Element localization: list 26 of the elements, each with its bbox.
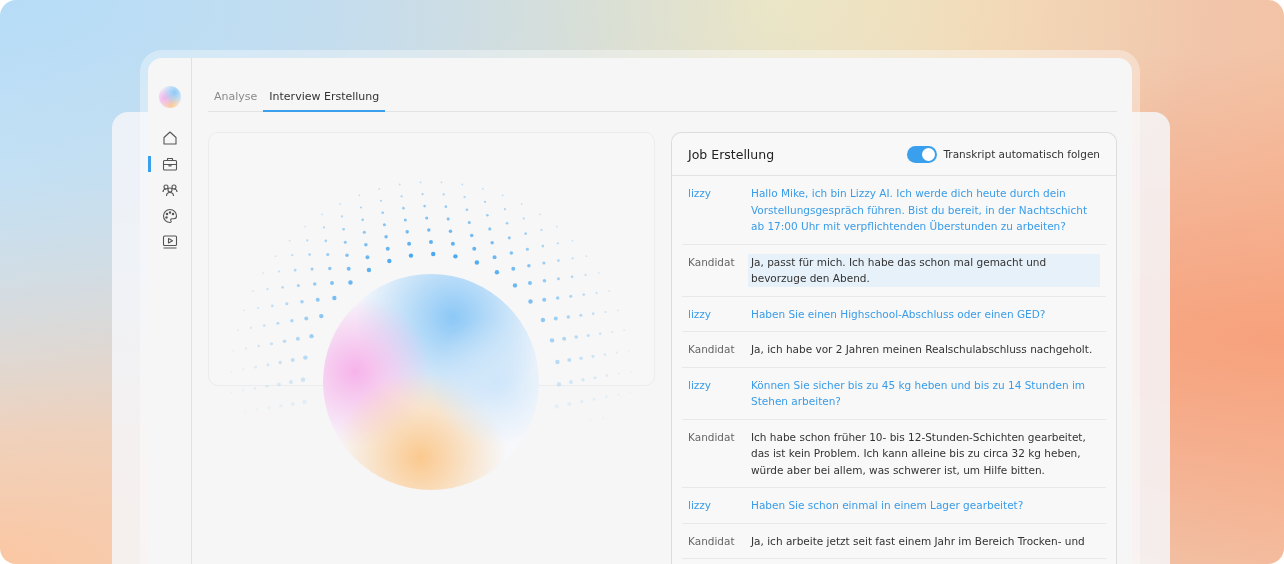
message-text: Hallo Mike, ich bin Lizzy AI. Ich werde dich heute durch dein Vorstellungsgespräch führen. Bist du bereit, in der Nachtschicht ab 17:00 Uhr mit verpflichtenden Überstunden zu arbeiten? — [750, 186, 1089, 234]
message-text: Ja, ich habe vor 2 Jahren meinen Realschulabschluss nachgeholt. — [749, 342, 1094, 357]
people-icon — [161, 182, 178, 198]
toggle-switch[interactable] — [907, 145, 938, 163]
message-text: Ja, ich arbeite jetzt seit fast einem Jahr im Bereich Trocken- und — [749, 533, 1086, 549]
video-icon — [161, 234, 178, 250]
speaker-label: Kandidat — [688, 342, 736, 357]
speaker-label: lizzy — [688, 306, 713, 322]
toggle-label: Transkript automatisch folgen — [943, 148, 1100, 160]
speaker-label: lizzy — [688, 186, 713, 201]
speaker-label: Kandidat — [688, 429, 736, 445]
message-text: Können Sie sicher bis zu 45 kg heben und bis zu 14 Stunden im Stehen arbeiten? — [750, 377, 1087, 409]
speaker-label: lizzy — [688, 377, 713, 393]
message-text: Ich habe schon früher 10- bis 12-Stunden-Schichten gearbeitet, das ist kein Problem. Ich kann alleine bis zu circa 32 kg heben, würde aber bei allem, was schwerer ist, um Hilfe bitten. — [750, 429, 1087, 478]
message-text: Haben Sie einen Highschool-Abschluss oder einen GED? — [750, 306, 1047, 322]
logo-icon — [158, 86, 181, 108]
tab[interactable]: Interview Erstellung — [263, 88, 386, 112]
home-icon — [161, 130, 178, 146]
speaker-label: lizzy — [688, 498, 713, 513]
palette-icon — [161, 208, 178, 224]
briefcase-icon — [161, 156, 178, 172]
panel-title: Job Erstellung — [688, 146, 775, 162]
message-text: Ja, passt für mich. Ich habe das schon mal gemacht und bevorzuge den Abend. — [748, 253, 1100, 287]
speaker-label: Kandidat — [688, 533, 736, 549]
message-text: Haben Sie schon einmal in einem Lager gearbeitet? — [750, 498, 1025, 513]
speaker-label: Kandidat — [688, 254, 736, 270]
